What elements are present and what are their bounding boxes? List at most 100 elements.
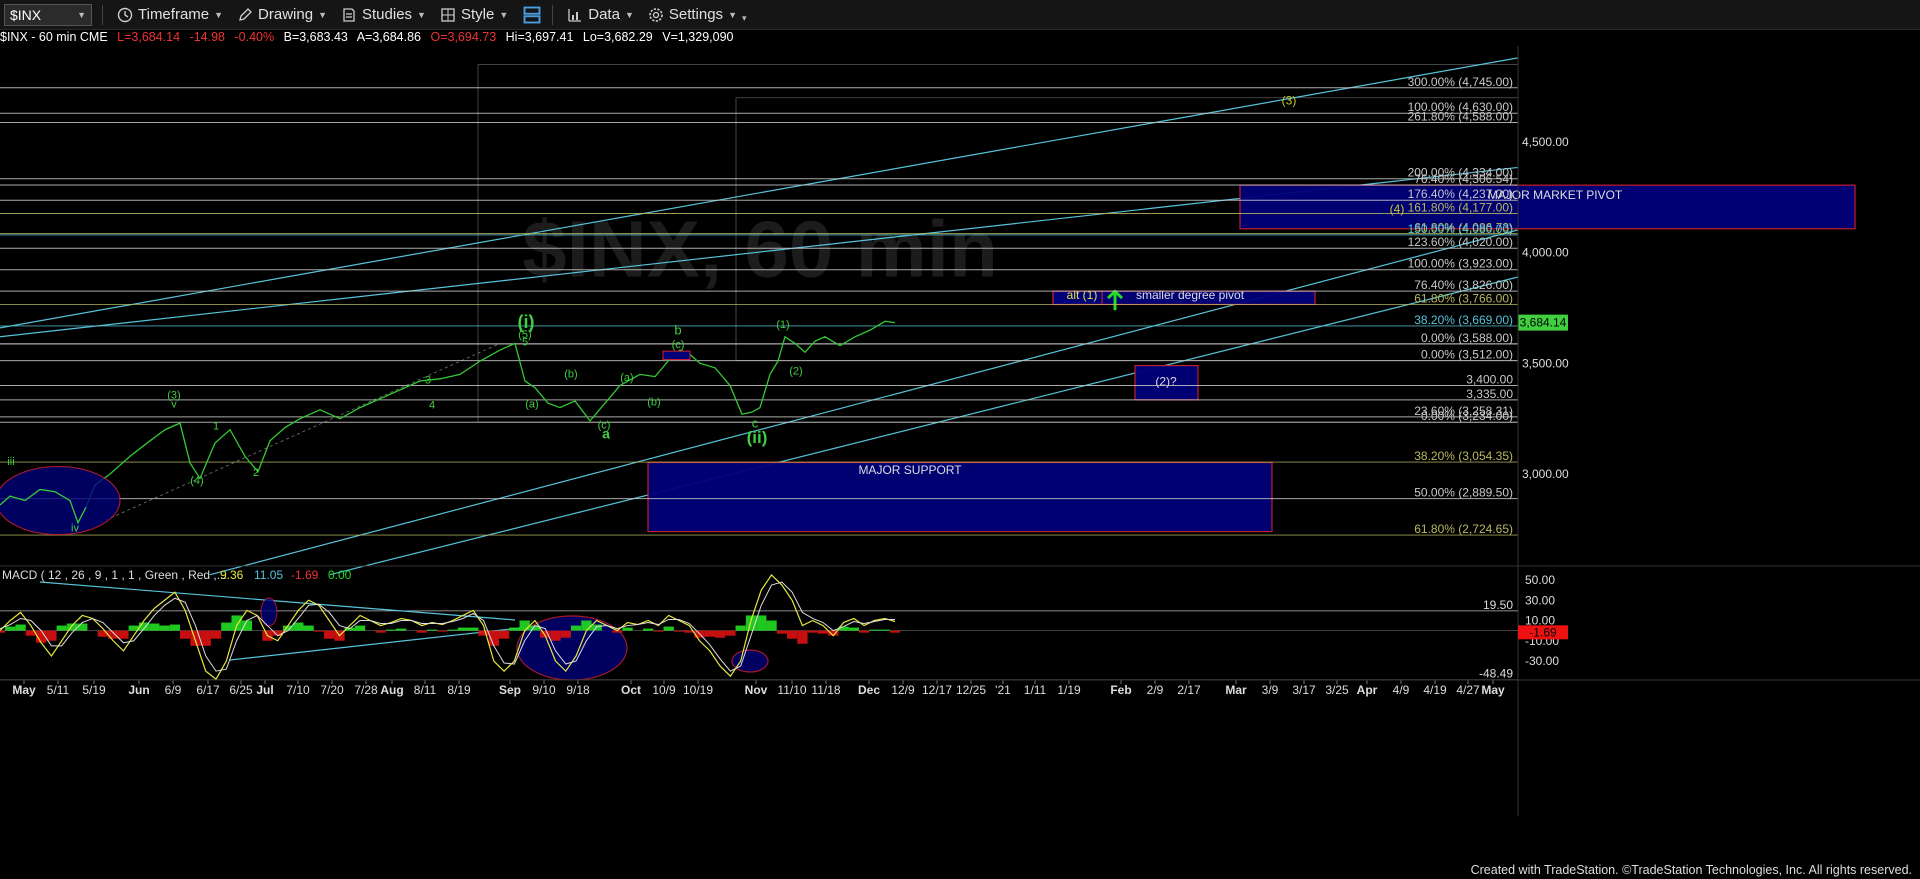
- highlight-ellipse: [731, 649, 769, 673]
- toolbar: $INX ▼ Timeframe ▼ Drawing ▼ Studies ▼ S…: [0, 0, 1920, 30]
- toolbar-divider: [552, 4, 554, 25]
- macd-value: 11.05: [254, 568, 283, 582]
- wave-label: (3): [1282, 93, 1297, 107]
- chevron-down-icon: ▼: [77, 9, 86, 20]
- ask-price: A=3,684.86: [356, 30, 421, 44]
- macd-histogram-bar: [735, 625, 746, 631]
- open-price: O=3,694.73: [430, 30, 497, 44]
- fib-level-label: 176.40% (4,237.00): [1408, 187, 1513, 201]
- x-tick-label: 5/19: [82, 683, 106, 697]
- x-tick-label: May: [12, 683, 36, 697]
- macd-histogram-bar: [354, 625, 366, 631]
- zone-box: [662, 350, 691, 361]
- macd-histogram-bar: [426, 629, 438, 631]
- timeframe-button[interactable]: Timeframe ▼: [117, 6, 223, 23]
- macd-histogram-bar: [190, 630, 201, 646]
- x-tick-label: 12/17: [922, 683, 952, 697]
- chevron-down-icon: ▼: [318, 9, 327, 20]
- clock-icon: [117, 7, 133, 22]
- macd-histogram-bar: [581, 620, 592, 631]
- x-tick-label: 6/9: [165, 683, 182, 697]
- wave-label: 4: [429, 400, 435, 412]
- macd-value: -1.69: [291, 568, 319, 582]
- macd-histogram-bar: [889, 630, 901, 633]
- macd-histogram-bar: [642, 628, 654, 631]
- style-label: Style: [460, 6, 495, 23]
- x-tick-label: 12/9: [891, 683, 915, 697]
- wave-label: (4): [190, 475, 203, 487]
- macd-histogram-bar: [519, 620, 530, 631]
- macd-histogram-bar: [149, 623, 160, 631]
- low-price: Lo=3,682.29: [582, 30, 653, 44]
- macd-histogram-bar: [817, 630, 829, 634]
- studies-button[interactable]: Studies ▼: [341, 6, 426, 23]
- macd-histogram-bar: [231, 615, 242, 631]
- drawing-button[interactable]: Drawing ▼: [237, 6, 327, 23]
- x-tick-label: 10/9: [652, 683, 676, 697]
- macd-histogram-bar: [570, 625, 582, 631]
- x-tick-label: 8/11: [414, 683, 437, 697]
- style-button[interactable]: Style ▼: [440, 6, 508, 23]
- macd-histogram-bar: [653, 630, 664, 632]
- macd-histogram-bar: [15, 624, 26, 631]
- wave-label: (1): [776, 319, 789, 331]
- fib-level-label: 150.00% (4,080.00): [1408, 222, 1513, 236]
- macd-histogram-bar: [118, 630, 129, 639]
- macd-value: 0.00: [328, 568, 352, 582]
- y-tick-label: 3,500.00: [1522, 356, 1569, 370]
- macd-histogram-bar: [210, 630, 222, 639]
- studies-label: Studies: [362, 6, 413, 23]
- chevron-down-icon: ▼: [728, 9, 737, 20]
- macd-histogram-bar: [396, 628, 407, 631]
- x-tick-label: 4/27: [1456, 683, 1480, 697]
- wave-label: 3: [425, 374, 431, 386]
- macd-histogram-bar: [77, 623, 88, 631]
- macd-histogram-bar: [241, 620, 253, 631]
- macd-histogram-bar: [313, 630, 325, 632]
- x-tick-label: 7/10: [286, 683, 310, 697]
- settings-button[interactable]: Settings ▼ ▾: [648, 5, 747, 24]
- data-icon: [568, 8, 582, 22]
- fib-level-label: 3,335.00: [1466, 387, 1513, 401]
- fib-level-label: 100.00% (3,923.00): [1408, 257, 1513, 271]
- x-tick-label: Jul: [256, 683, 273, 697]
- zone-label: smaller degree pivot: [1136, 288, 1245, 302]
- macd-y-tick-label: 30.00: [1525, 593, 1555, 607]
- wave-label: a: [602, 426, 610, 442]
- data-button[interactable]: Data ▼: [567, 6, 634, 23]
- fib-level-label: 161.80% (4,177.00): [1408, 200, 1513, 214]
- layout-button[interactable]: [522, 5, 542, 25]
- macd-histogram-bar: [550, 630, 561, 641]
- studies-icon: [343, 7, 355, 22]
- chevron-down-icon: ▼: [499, 9, 509, 20]
- x-tick-label: 3/9: [1262, 683, 1279, 697]
- fib-level-label: 0.00% (3,234.00): [1421, 409, 1513, 423]
- macd-histogram-bar: [46, 630, 57, 641]
- macd-histogram-bar: [498, 630, 510, 639]
- fib-level-label: 38.20% (3,054.35): [1414, 449, 1513, 463]
- zone-label: (2)?: [1155, 374, 1177, 388]
- price-chart[interactable]: $INX, 60 minMAJOR MARKET PIVOTMAJOR SUPP…: [0, 46, 1920, 862]
- gear-icon: [649, 7, 663, 22]
- macd-histogram-bar: [180, 630, 191, 639]
- macd-histogram-bar: [200, 630, 211, 646]
- x-tick-label: May: [1481, 683, 1505, 697]
- x-tick-label: 6/17: [196, 683, 220, 697]
- fib-level-label: 300.00% (4,745.00): [1408, 75, 1513, 89]
- macd-y-tick-label: -30.00: [1525, 654, 1559, 668]
- macd-histogram-bar: [159, 625, 170, 631]
- fib-level-label: 3,400.00: [1466, 372, 1513, 386]
- macd-histogram-bar: [56, 625, 67, 631]
- macd-histogram-bar: [437, 630, 448, 632]
- macd-histogram-bar: [375, 630, 386, 633]
- symbol-input[interactable]: $INX ▼: [4, 3, 92, 26]
- y-tick-label: 4,500.00: [1522, 135, 1569, 149]
- fib-level-label: 61.80% (2,724.65): [1414, 522, 1513, 536]
- fib-level-label: 76.40% (3,826.00): [1414, 278, 1513, 292]
- macd-histogram-bar: [293, 622, 304, 631]
- macd-histogram-bar: [457, 627, 469, 631]
- x-tick-label: 2/17: [1177, 683, 1201, 697]
- macd-histogram-bar: [478, 630, 489, 636]
- x-tick-label: 4/19: [1423, 683, 1447, 697]
- x-tick-label: Jun: [128, 683, 149, 697]
